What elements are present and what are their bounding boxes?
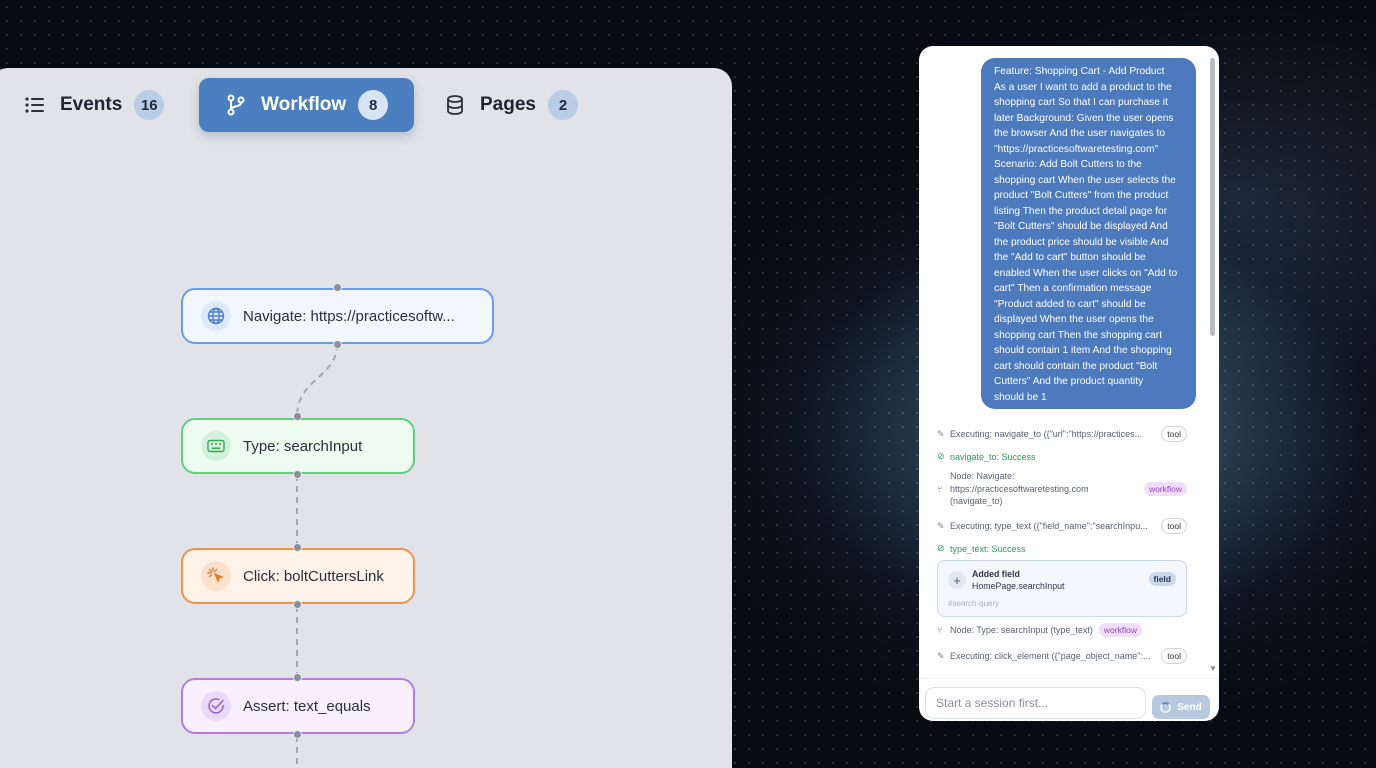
node-navigate-label: Navigate: https://practicesoftw... bbox=[243, 307, 455, 325]
plus-icon: + bbox=[948, 571, 966, 589]
user-message-line: enabled When the user clicks on "Add to bbox=[994, 267, 1178, 279]
workflow-panel: Events 16 Workflow 8 Pages 2 Navigate: h… bbox=[0, 68, 732, 768]
log-node-text: Node: Navigate: https://practicesoftware… bbox=[950, 470, 1138, 508]
user-message-line: Feature: Shopping Cart - Add Product bbox=[994, 66, 1165, 77]
tool-tag: tool bbox=[1161, 426, 1187, 442]
send-button-label: Send bbox=[1177, 701, 1202, 713]
node-click-output-handle[interactable] bbox=[293, 600, 302, 609]
wrench-icon: ✎ bbox=[937, 428, 945, 439]
check-circle-icon bbox=[201, 691, 231, 721]
log-line: Node: Navigate: bbox=[950, 471, 1015, 481]
user-message-line: listing Then the product detail page for bbox=[994, 205, 1168, 217]
node-assert[interactable]: Assert: text_equals bbox=[181, 678, 415, 734]
wrench-icon: ✎ bbox=[937, 520, 945, 531]
chat-input-placeholder: Start a session first... bbox=[936, 696, 1049, 710]
user-message-line: "Product added to cart" should be bbox=[994, 298, 1146, 310]
node-click[interactable]: Click: boltCuttersLink bbox=[181, 548, 415, 604]
added-field-card[interactable]: + Added field HomePage.searchInput #sear… bbox=[937, 560, 1187, 617]
log-line: (navigate_to) bbox=[950, 496, 1003, 506]
workflow-tag: workflow bbox=[1098, 623, 1142, 637]
node-click-label: Click: boltCuttersLink bbox=[243, 567, 384, 585]
tool-tag: tool bbox=[1161, 518, 1187, 534]
user-message-line: cart" Then a confirmation message bbox=[994, 283, 1152, 294]
log-executing-type: ✎ Executing: type_text ({"field_name":"s… bbox=[937, 518, 1187, 534]
pointer-click-icon bbox=[201, 561, 231, 591]
workflow-tag: workflow bbox=[1143, 481, 1187, 496]
log-text: Executing: click_element ({"page_object_… bbox=[950, 651, 1151, 661]
check-circle-icon: ⊘ bbox=[937, 543, 945, 553]
send-button[interactable]: Send bbox=[1152, 695, 1210, 719]
user-message-line: should be 1 bbox=[994, 391, 1047, 403]
log-text: navigate_to: Success bbox=[950, 451, 1036, 462]
user-message-line: shopping cart Then the shopping cart bbox=[994, 329, 1163, 341]
user-message-line: "https://practicesoftwaretesting.com" bbox=[994, 143, 1159, 155]
chat-message-input[interactable]: Start a session first... bbox=[925, 687, 1146, 719]
log-text: type_text: Success bbox=[950, 543, 1026, 554]
field-card-selector: #search-query bbox=[948, 599, 1000, 608]
user-message-line: should contain 1 item And the shopping bbox=[994, 345, 1172, 356]
user-message-line: shopping cart When the user selects the bbox=[994, 174, 1176, 186]
check-circle-icon: ⊘ bbox=[937, 451, 945, 461]
user-message-line: later Background: Given the user opens bbox=[994, 112, 1174, 124]
branch-icon: ⑂ bbox=[937, 483, 943, 494]
node-navigate-input-handle[interactable] bbox=[333, 283, 342, 292]
node-type-output-handle[interactable] bbox=[293, 470, 302, 479]
log-text: Executing: navigate_to ({"url":"https://… bbox=[950, 429, 1143, 439]
node-type[interactable]: Type: searchInput bbox=[181, 418, 415, 474]
user-message-line: As a user I want to add a product to the bbox=[994, 81, 1172, 93]
log-executing-navigate: ✎ Executing: navigate_to ({"url":"https:… bbox=[937, 426, 1187, 442]
chat-input-row: Start a session first... Send bbox=[919, 678, 1219, 721]
scroll-down-arrow-icon[interactable]: ▼ bbox=[1209, 664, 1217, 673]
user-message-line: product "Bolt Cutters" from the product bbox=[994, 190, 1169, 201]
node-assert-label: Assert: text_equals bbox=[243, 697, 371, 715]
globe-icon bbox=[201, 301, 231, 331]
log-line: https://practicesoftwaretesting.com bbox=[950, 483, 1089, 494]
log-executing-click: ✎ Executing: click_element ({"page_objec… bbox=[937, 648, 1187, 664]
user-message-line: the "Add to cart" button should be bbox=[994, 252, 1146, 263]
node-click-input-handle[interactable] bbox=[293, 543, 302, 552]
node-navigate[interactable]: Navigate: https://practicesoftw... bbox=[181, 288, 494, 344]
wrench-icon: ✎ bbox=[937, 650, 945, 661]
branch-icon: ⑂ bbox=[937, 625, 943, 635]
user-message-line: Scenario: Add Bolt Cutters to the bbox=[994, 159, 1142, 170]
node-type-input-handle[interactable] bbox=[293, 412, 302, 421]
user-message-line: cart should contain the product "Bolt bbox=[994, 360, 1158, 372]
user-message-line: "Bolt Cutters" should be displayed And bbox=[994, 221, 1168, 232]
edge-navigate-type bbox=[296, 343, 338, 418]
log-text: Executing: type_text ({"field_name":"sea… bbox=[950, 521, 1148, 531]
user-message-line: displayed When the user opens the bbox=[994, 314, 1154, 325]
keyboard-icon bbox=[201, 431, 231, 461]
tool-tag: tool bbox=[1161, 648, 1187, 664]
loading-spinner-icon bbox=[1160, 701, 1172, 713]
log-text: Node: Type: searchInput (type_text) bbox=[950, 625, 1093, 635]
user-message-line: the product price should be visible And bbox=[994, 236, 1169, 248]
user-message-line: the browser And the user navigates to bbox=[994, 128, 1166, 139]
chat-scrollbar-thumb[interactable] bbox=[1210, 58, 1215, 336]
field-tag: field bbox=[1148, 572, 1176, 586]
field-card-title: Added field bbox=[972, 569, 1020, 579]
chat-panel: Feature: Shopping Cart - Add Product As … bbox=[919, 46, 1219, 721]
field-card-subtitle: HomePage.searchInput bbox=[972, 581, 1065, 591]
node-assert-input-handle[interactable] bbox=[293, 673, 302, 682]
log-node-type: ⑂ Node: Type: searchInput (type_text) wo… bbox=[937, 623, 1187, 637]
node-assert-output-handle[interactable] bbox=[293, 730, 302, 739]
log-success-navigate: ⊘ navigate_to: Success bbox=[937, 451, 1187, 462]
log-node-navigate: ⑂ Node: Navigate: https://practicesoftwa… bbox=[937, 470, 1187, 508]
node-navigate-output-handle[interactable] bbox=[333, 340, 342, 349]
user-message-line: shopping cart So that I can purchase it bbox=[994, 97, 1168, 108]
log-success-type: ⊘ type_text: Success bbox=[937, 543, 1187, 554]
node-type-label: Type: searchInput bbox=[243, 437, 363, 455]
user-message-bubble: Feature: Shopping Cart - Add Product As … bbox=[981, 58, 1196, 409]
user-message-line: Cutters" And the product quantity bbox=[994, 376, 1144, 387]
